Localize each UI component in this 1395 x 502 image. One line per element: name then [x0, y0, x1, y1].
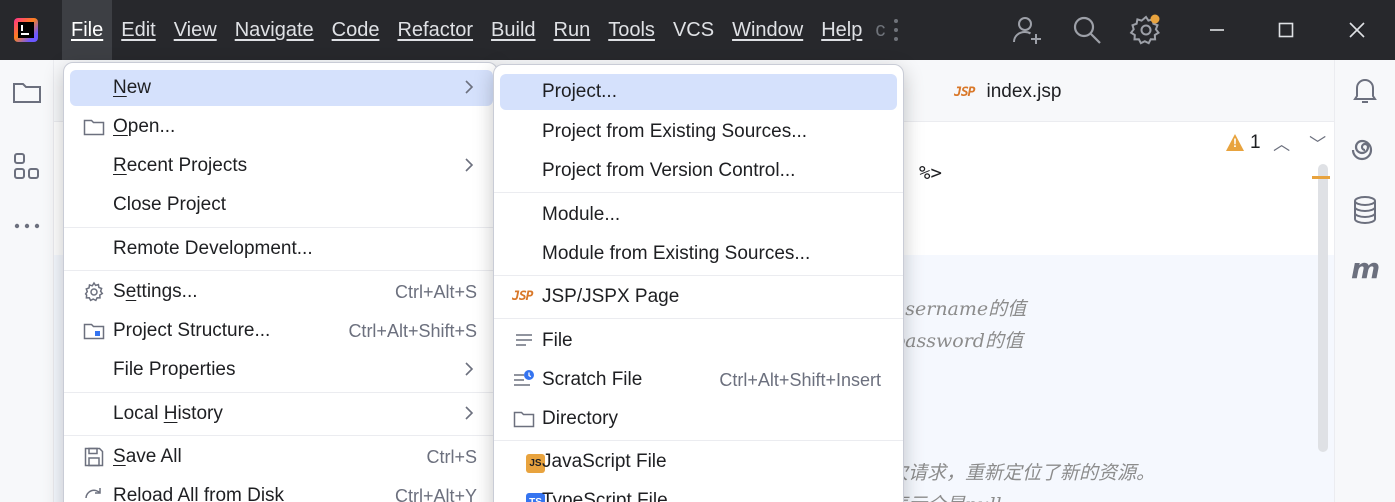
file-menu-save-all[interactable]: Save All Ctrl+S [70, 439, 493, 475]
new-menu-file[interactable]: File [500, 323, 897, 359]
new-menu-jsp-page[interactable]: JSP JSP/JSPX Page [500, 279, 897, 315]
intellij-logo-icon[interactable] [14, 18, 38, 42]
file-menu-new[interactable]: New [70, 70, 493, 106]
menu-run[interactable]: Run [545, 0, 600, 60]
structure-icon[interactable] [11, 150, 43, 182]
code-comment: 次请求，重新定位了新的资源。 [889, 462, 1156, 484]
project-folder-icon[interactable] [11, 76, 43, 108]
editor-scrollbar[interactable] [1318, 164, 1328, 452]
more-tools-icon[interactable] [11, 210, 43, 242]
code-comment: 表示全是null [889, 490, 1002, 502]
more-vertical-icon[interactable] [878, 12, 914, 48]
editor-tab-index-jsp[interactable]: JSP index.jsp [954, 78, 1061, 106]
menu-navigate[interactable]: Navigate [226, 0, 323, 60]
project-structure-icon [82, 319, 106, 343]
menu-separator [64, 392, 497, 393]
menu-code[interactable]: Code [323, 0, 389, 60]
minimize-icon[interactable] [1199, 12, 1235, 48]
add-user-icon[interactable] [1009, 12, 1045, 48]
maven-m-icon[interactable]: m [1351, 252, 1380, 285]
database-icon[interactable] [1349, 194, 1381, 226]
menu-separator [64, 435, 497, 436]
ai-assistant-spiral-icon[interactable] [1349, 134, 1381, 166]
menu-build[interactable]: Build [482, 0, 544, 60]
jsp-file-icon: JSP [954, 84, 976, 100]
jsp-file-icon: JSP [512, 289, 534, 304]
menu-file[interactable]: File [62, 0, 113, 60]
search-icon[interactable] [1069, 12, 1105, 48]
menu-separator [64, 270, 497, 271]
right-tool-strip: m [1334, 60, 1395, 502]
gear-icon [82, 280, 106, 304]
menu-help[interactable]: Help [812, 0, 871, 60]
file-menu-file-properties[interactable]: File Properties [70, 352, 493, 388]
warning-icon [1226, 134, 1244, 151]
new-menu-project-from-vcs[interactable]: Project from Version Control... [500, 153, 897, 189]
folder-icon [82, 115, 106, 139]
new-menu-directory[interactable]: Directory [500, 401, 897, 437]
new-menu-scratch-file[interactable]: Scratch File Ctrl+Alt+Shift+Insert [500, 362, 897, 398]
notifications-bell-icon[interactable] [1349, 74, 1381, 106]
new-menu-project[interactable]: Project... [500, 74, 897, 110]
file-menu-recent-projects[interactable]: Recent Projects [70, 148, 493, 184]
main-menu-bar: File Edit View Navigate Code Refactor Bu… [62, 0, 889, 60]
warning-stripe-marker[interactable] [1312, 176, 1330, 179]
chevron-right-icon [459, 359, 479, 379]
menu-separator [494, 318, 903, 319]
menu-edit[interactable]: Edit [112, 0, 164, 60]
menu-separator [494, 192, 903, 193]
code-fragment: %> [919, 162, 942, 184]
file-menu-remote-development[interactable]: Remote Development... [70, 231, 493, 267]
reload-icon [82, 484, 106, 502]
chevron-down-icon[interactable]: ﹀ [1303, 130, 1333, 155]
new-menu-javascript-file[interactable]: JS JavaScript File [500, 444, 897, 480]
menu-vcs[interactable]: VCS [664, 0, 723, 60]
chevron-right-icon [459, 403, 479, 423]
folder-icon [512, 407, 536, 431]
warning-count: 1 [1250, 131, 1261, 153]
maximize-icon[interactable] [1268, 12, 1304, 48]
chevron-right-icon [459, 77, 479, 97]
new-menu-typescript-file[interactable]: TS TypeScript File [500, 483, 897, 502]
new-menu-module-from-existing[interactable]: Module from Existing Sources... [500, 236, 897, 272]
menu-tools[interactable]: Tools [599, 0, 664, 60]
scratch-file-icon [512, 368, 536, 392]
menu-separator [494, 275, 903, 276]
file-menu-reload-all[interactable]: Reload All from Disk Ctrl+Alt+Y [70, 478, 493, 502]
file-menu-close-project[interactable]: Close Project [70, 187, 493, 223]
menu-separator [494, 440, 903, 441]
left-tool-strip [0, 60, 54, 502]
file-menu-settings[interactable]: Settings... Ctrl+Alt+S [70, 274, 493, 310]
title-bar: File Edit View Navigate Code Refactor Bu… [0, 0, 1395, 60]
new-menu-project-from-existing[interactable]: Project from Existing Sources... [500, 114, 897, 150]
menu-view[interactable]: View [165, 0, 226, 60]
menu-refactor[interactable]: Refactor [388, 0, 482, 60]
new-submenu-popup: Project... Project from Existing Sources… [493, 64, 904, 502]
save-icon [82, 445, 106, 469]
menu-separator [64, 227, 497, 228]
settings-gear-icon[interactable] [1128, 12, 1164, 48]
typescript-file-icon: TS [512, 489, 545, 502]
file-menu-project-structure[interactable]: Project Structure... Ctrl+Alt+Shift+S [70, 313, 493, 349]
text-file-icon [512, 329, 536, 353]
file-menu-local-history[interactable]: Local History [70, 396, 493, 432]
new-menu-module[interactable]: Module... [500, 197, 897, 233]
file-menu-popup: New Open... Recent Projects Close Projec… [63, 62, 498, 502]
chevron-right-icon [459, 155, 479, 175]
menu-window[interactable]: Window [723, 0, 812, 60]
javascript-file-icon: JS [512, 450, 545, 474]
close-window-icon[interactable] [1339, 12, 1375, 48]
tab-label: index.jsp [986, 81, 1062, 102]
inspection-widget[interactable]: 1 ︿ ﹀ [1226, 130, 1333, 155]
file-menu-open[interactable]: Open... [70, 109, 493, 145]
chevron-up-icon[interactable]: ︿ [1267, 130, 1297, 155]
